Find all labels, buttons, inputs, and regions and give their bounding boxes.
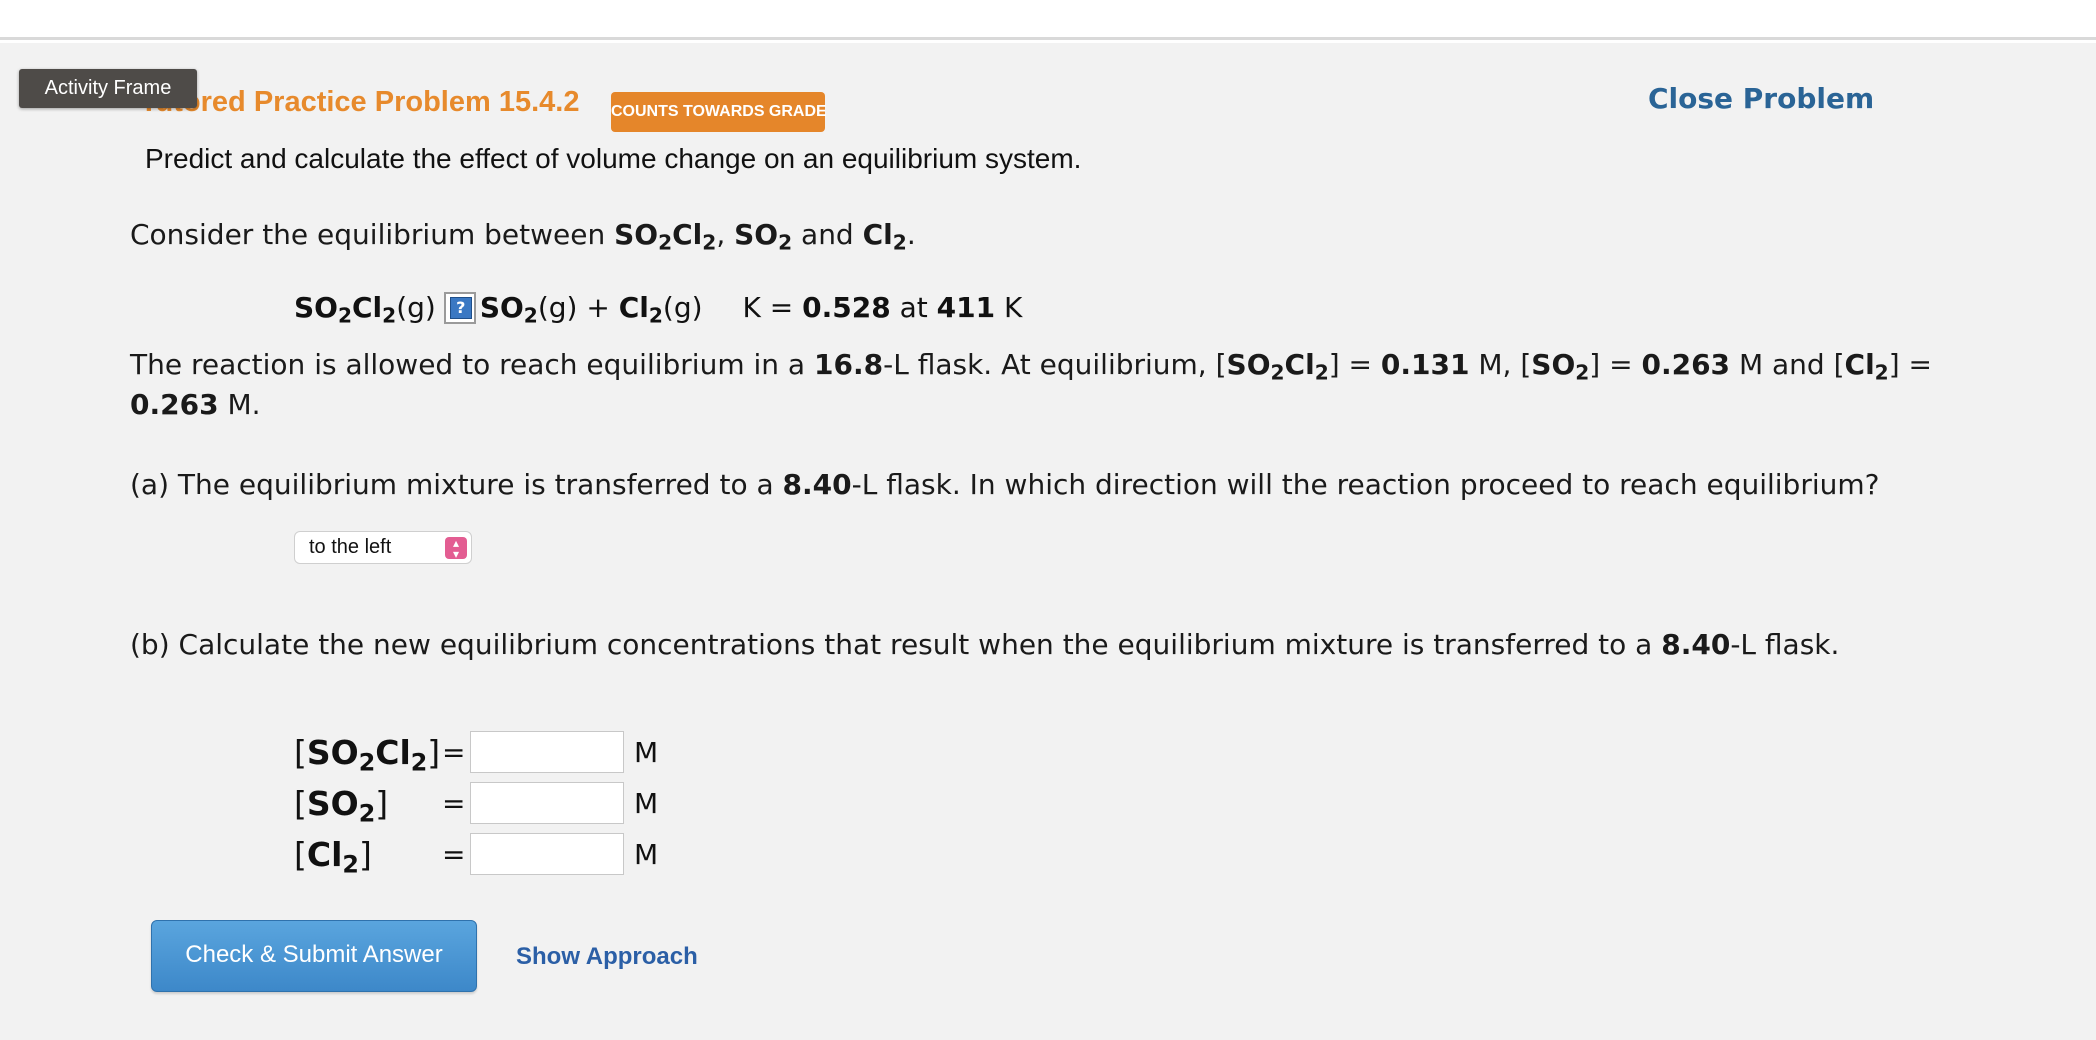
- show-approach-link[interactable]: Show Approach: [516, 943, 698, 971]
- equilibrium-arrow-help-icon[interactable]: ?: [443, 292, 476, 324]
- part-a-question: (a) The equilibrium mixture is transferr…: [130, 468, 1880, 501]
- equilibrium-constant: K = 0.528 at 411 K: [742, 291, 1023, 324]
- answer-label-cl2: [Cl2]: [294, 834, 372, 879]
- answer-row-so2: [SO2] = M: [294, 782, 659, 828]
- equilibrium-description-line1: The reaction is allowed to reach equilib…: [130, 348, 1932, 385]
- direction-select[interactable]: to the left ▴ ▾: [294, 531, 472, 564]
- part-b-question: (b) Calculate the new equilibrium concen…: [130, 628, 1840, 661]
- cl2-concentration-input[interactable]: [470, 833, 624, 875]
- problem-subtitle: Predict and calculate the effect of volu…: [145, 143, 1082, 174]
- answer-label-so2: [SO2]: [294, 783, 389, 828]
- reaction-equation: SO2Cl2 (g) ? SO2 (g) + Cl2 (g) K = 0.528 at…: [294, 288, 1022, 328]
- close-problem-link[interactable]: Close Problem: [1648, 82, 1874, 115]
- select-chevron-icon: ▴ ▾: [445, 537, 467, 560]
- species-so2cl2: SO2Cl2: [614, 218, 717, 255]
- problem-title: Tutored Practice Problem 15.4.2: [140, 86, 580, 118]
- species-cl2: Cl2: [862, 218, 907, 255]
- check-submit-answer-button[interactable]: Check & Submit Answer: [151, 920, 477, 992]
- answer-row-so2cl2: [SO2Cl2] = M: [294, 731, 659, 777]
- intro-line: Consider the equilibrium between SO2Cl2,…: [130, 218, 916, 255]
- top-bar: [0, 0, 2096, 40]
- activity-frame-tag: Activity Frame: [19, 69, 197, 108]
- answer-row-cl2: [Cl2] = M: [294, 833, 659, 879]
- species-so2: SO2: [734, 218, 793, 255]
- answer-label-so2cl2: [SO2Cl2]: [294, 732, 441, 777]
- so2-concentration-input[interactable]: [470, 782, 624, 824]
- so2cl2-concentration-input[interactable]: [470, 731, 624, 773]
- grade-badge: COUNTS TOWARDS GRADE: [611, 92, 827, 132]
- equilibrium-description-line2: 0.263 M.: [130, 388, 261, 421]
